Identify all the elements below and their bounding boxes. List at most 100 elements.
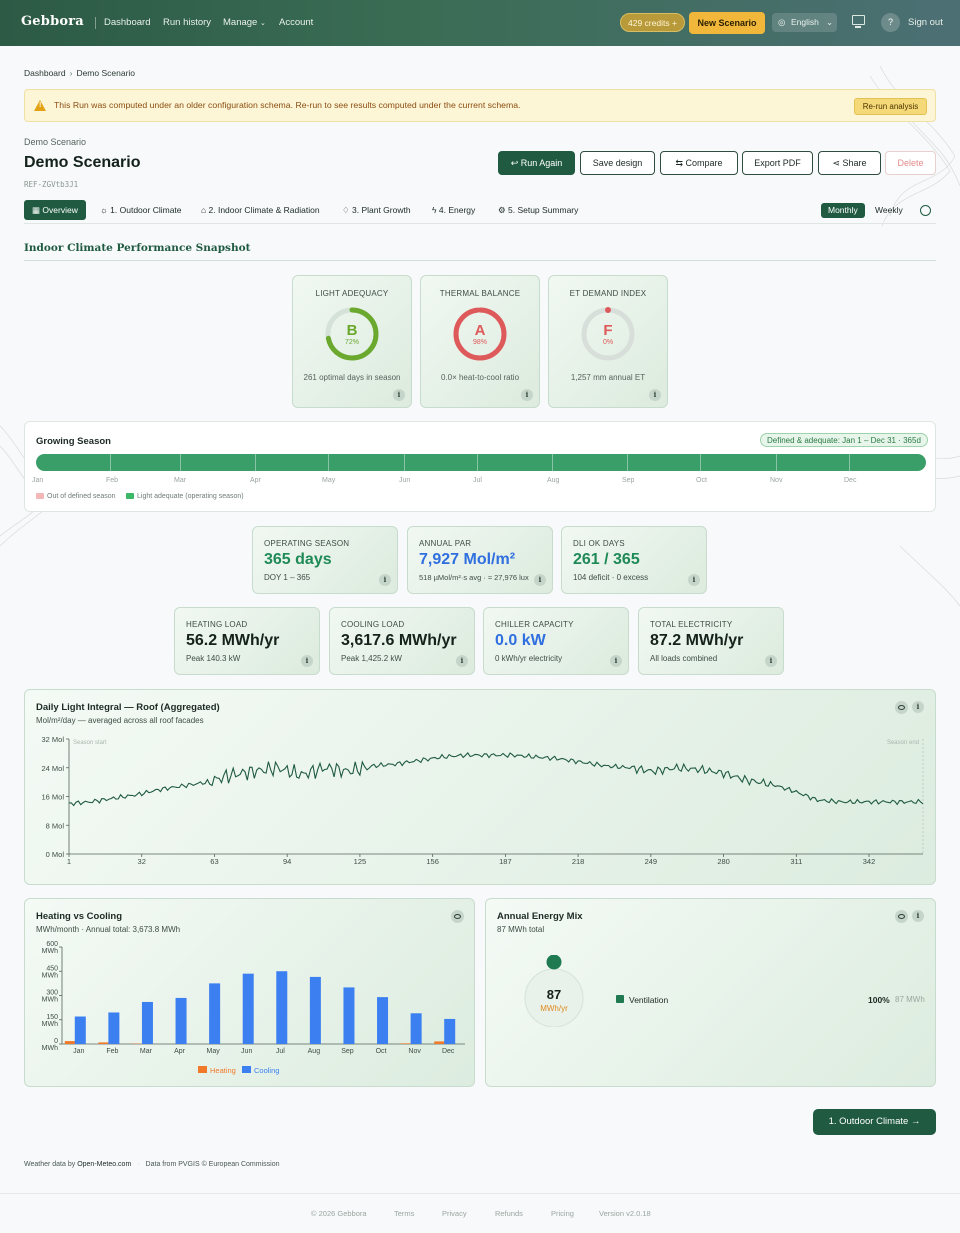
eye-icon[interactable] (451, 910, 464, 923)
month-divider (477, 454, 478, 471)
footer-refunds-link[interactable]: Refunds (495, 1209, 523, 1218)
tab-overview[interactable]: ▦ Overview (24, 200, 86, 220)
month-label: Oct (696, 477, 707, 484)
monitor-icon[interactable] (852, 15, 865, 28)
x-tick-label: 1 (67, 857, 71, 866)
info-icon[interactable]: i (521, 389, 533, 401)
schema-warning-banner: ! This Run was computed under an older c… (24, 89, 936, 122)
x-tick-label: Sep (341, 1048, 354, 1055)
month-label: Mar (174, 477, 187, 484)
donut-slice-ventilation (546, 955, 562, 970)
info-icon[interactable]: i (379, 574, 391, 586)
y-tick-label: 600 (46, 941, 58, 948)
toggle-monthly[interactable]: Monthly (821, 203, 865, 218)
tab-outdoor-climate[interactable]: ☼ 1. Outdoor Climate (92, 200, 190, 220)
info-icon[interactable]: i (534, 574, 546, 586)
help-button[interactable]: ? (881, 13, 900, 32)
growing-season-title: Growing Season (36, 436, 111, 447)
app-logo[interactable]: Gebbora (21, 14, 84, 29)
new-scenario-button[interactable]: New Scenario (689, 12, 765, 34)
stat-operating-season: OPERATING SEASON 365 days DOY 1 – 365 i (252, 526, 398, 594)
y-tick-label: 16 Mol (41, 793, 64, 802)
tab-plant-growth[interactable]: ♢ 3. Plant Growth (334, 200, 419, 220)
score-card-et-demand: ET DEMAND INDEX F 0% 1,257 mm annual ET … (548, 275, 668, 408)
x-tick-label: 125 (354, 857, 367, 866)
rerun-analysis-button[interactable]: Re-run analysis (854, 98, 927, 115)
page-title: Demo Scenario (24, 154, 141, 171)
cooling-bar (343, 987, 355, 1044)
tab-outdoor-climate-label: 1. Outdoor Climate (110, 205, 182, 215)
stat-sub: 104 deficit · 0 excess (573, 573, 649, 582)
compare-button[interactable]: ⇆ Compare (660, 151, 738, 175)
footer-pricing-link[interactable]: Pricing (551, 1209, 574, 1218)
legend-swatch (616, 995, 624, 1003)
info-icon[interactable]: i (688, 574, 700, 586)
plus-icon: + (671, 18, 677, 28)
credits-badge[interactable]: 429 credits + (620, 13, 685, 32)
x-tick-label: 218 (572, 857, 585, 866)
tab-indoor-climate[interactable]: ⌂ 2. Indoor Climate & Radiation (193, 200, 328, 220)
nav-run-history[interactable]: Run history (163, 17, 211, 28)
data-attribution: Weather data by Open-Meteo.com · Data fr… (24, 1161, 279, 1168)
footer-privacy-link[interactable]: Privacy (442, 1209, 467, 1218)
share-button[interactable]: ⋖ Share (818, 151, 881, 175)
tab-setup-summary[interactable]: ⚙ 5. Setup Summary (490, 200, 586, 220)
heating-bar (434, 1041, 446, 1044)
settings-gear-icon[interactable] (920, 205, 931, 216)
score-grade: B (346, 322, 358, 339)
info-icon[interactable]: i (765, 655, 777, 667)
info-icon[interactable]: i (912, 910, 924, 922)
footer-version: Version v2.0.18 (599, 1209, 651, 1218)
score-description: 0.0× heat-to-cool ratio (440, 373, 520, 382)
eye-icon[interactable] (895, 910, 908, 923)
grid-icon: ▦ (32, 205, 41, 215)
legend-ventilation: Ventilation (629, 995, 669, 1005)
save-design-button[interactable]: Save design (580, 151, 655, 175)
nav-dashboard[interactable]: Dashboard (104, 17, 150, 28)
toggle-weekly[interactable]: Weekly (868, 203, 910, 218)
eye-icon[interactable] (895, 701, 908, 714)
cooling-bar (108, 1012, 120, 1044)
stat-label: HEATING LOAD (186, 620, 248, 629)
x-tick-label: 187 (499, 857, 512, 866)
month-label: Dec (844, 477, 857, 484)
cooling-bar (410, 1013, 422, 1044)
score-grade: A (474, 322, 486, 339)
info-icon[interactable]: i (301, 655, 313, 667)
arrow-right-icon: → (910, 1116, 921, 1127)
info-icon[interactable]: i (610, 655, 622, 667)
sign-out-link[interactable]: Sign out (908, 17, 943, 28)
stat-value: 3,617.6 MWh/yr (341, 632, 457, 649)
info-icon[interactable]: i (912, 701, 924, 713)
warning-icon: ! (34, 100, 46, 111)
month-divider (552, 454, 553, 471)
month-divider (776, 454, 777, 471)
legend-heating-label: Heating (210, 1066, 236, 1075)
weather-source-link[interactable]: Open-Meteo.com (77, 1161, 131, 1168)
footer-terms-link[interactable]: Terms (394, 1209, 414, 1218)
run-again-button[interactable]: ↩ Run Again (498, 151, 575, 175)
stat-sub: Peak 140.3 kW (186, 654, 241, 663)
nav-account[interactable]: Account (279, 17, 313, 28)
info-icon[interactable]: i (456, 655, 468, 667)
season-end-label: Season end (887, 740, 919, 746)
nav-manage[interactable]: Manage ⌄ (223, 17, 266, 28)
chart-subtitle: MWh/month · Annual total: 3,673.8 MWh (36, 925, 181, 934)
heating-cooling-panel: Heating vs Cooling MWh/month · Annual to… (24, 898, 475, 1087)
x-tick-label: 32 (138, 857, 146, 866)
info-icon[interactable]: i (393, 389, 405, 401)
language-select[interactable]: ◎ English ⌄ (772, 13, 837, 32)
y-tick-label: 0 Mol (46, 850, 65, 859)
delete-button[interactable]: Delete (885, 151, 936, 175)
next-step-button[interactable]: 1. Outdoor Climate → (813, 1109, 936, 1135)
x-tick-label: Mar (140, 1048, 153, 1055)
x-tick-label: 311 (790, 857, 802, 866)
chart-title: Daily Light Integral — Roof (Aggregated) (36, 702, 220, 713)
breadcrumb: Dashboard › Demo Scenario (24, 68, 135, 78)
info-icon[interactable]: i (649, 389, 661, 401)
export-pdf-button[interactable]: Export PDF (742, 151, 813, 175)
tab-energy[interactable]: ϟ 4. Energy (424, 200, 483, 220)
rerun-icon: ↩ (510, 158, 519, 168)
breadcrumb-dashboard[interactable]: Dashboard (24, 68, 66, 78)
y-tick-label: 0 (54, 1038, 58, 1045)
